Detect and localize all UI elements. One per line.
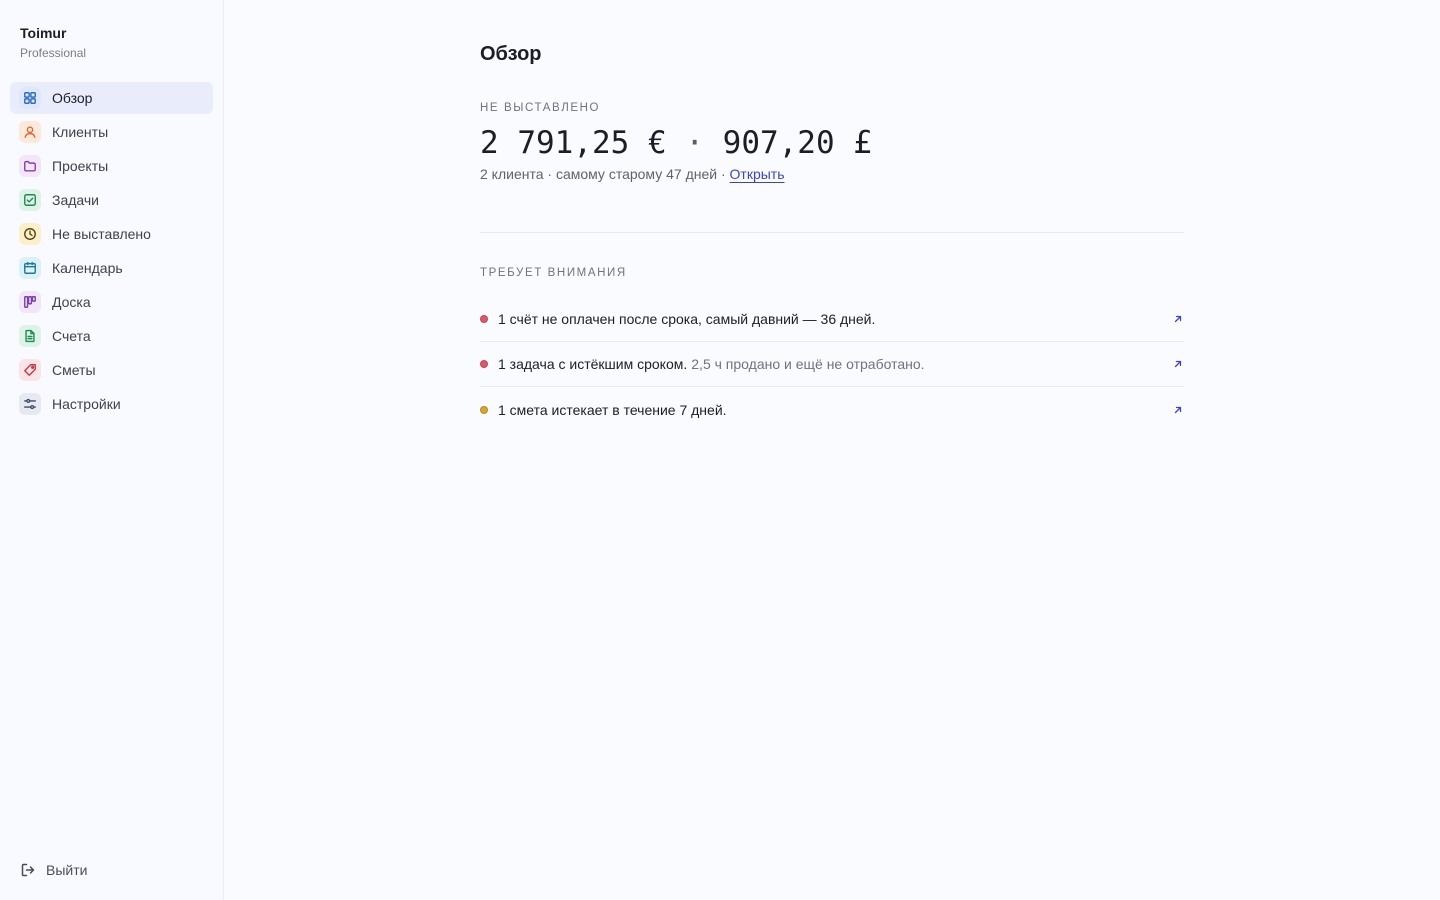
attention-item-text: 1 задача с истёкшим сроком. [498,356,688,372]
sidebar-nav: Обзор Клиенты Проекты Задачи Не выставле… [10,82,213,422]
arrow-up-right-icon [1172,404,1184,416]
calendar-icon [19,257,41,279]
attention-section-label: ТРЕБУЕТ ВНИМАНИЯ [480,267,627,279]
amount-eur: 2 791,25 € [480,125,667,161]
sidebar-item-clients[interactable]: Клиенты [10,116,213,148]
page-title: Обзор [480,43,542,65]
sidebar-item-label: Обзор [52,90,93,106]
sidebar-item-label: Календарь [52,260,123,276]
brand-plan: Professional [20,46,87,60]
sidebar-item-label: Доска [52,294,91,310]
tag-icon [19,359,41,381]
sidebar-item-settings[interactable]: Настройки [10,388,213,420]
unbilled-meta: 2 клиента · самому старому 47 дней · Отк… [480,165,785,183]
sidebar-item-projects[interactable]: Проекты [10,150,213,182]
attention-item-text: 1 смета истекает в течение 7 дней. [498,401,727,418]
user-icon [19,121,41,143]
attention-item-overdue-invoice[interactable]: 1 счёт не оплачен после срока, самый дав… [480,297,1184,342]
logout-label: Выйти [46,862,88,878]
sidebar-item-label: Не выставлено [52,226,151,242]
sidebar-item-label: Клиенты [52,124,109,140]
brand: Toimur Professional [20,24,86,61]
sidebar-item-board[interactable]: Доска [10,286,213,318]
sliders-icon [19,393,41,415]
kanban-icon [19,291,41,313]
sidebar-item-invoices[interactable]: Счета [10,320,213,352]
brand-name: Toimur [20,25,67,41]
attention-item-text: 1 счёт не оплачен после срока, самый дав… [498,311,876,327]
grid-icon [19,87,41,109]
sidebar-item-tasks[interactable]: Задачи [10,184,213,216]
file-icon [19,325,41,347]
sidebar: Toimur Professional Обзор Клиенты Проект… [0,0,224,900]
clock-icon [19,223,41,245]
sidebar-item-label: Счета [52,328,91,344]
amount-gbp: 907,20 £ [722,125,872,161]
attention-item-overdue-task[interactable]: 1 задача с истёкшим сроком. 2,5 ч продан… [480,342,1184,387]
attention-list: 1 счёт не оплачен после срока, самый дав… [480,297,1184,432]
check-square-icon [19,189,41,211]
unbilled-section-label: НЕ ВЫСТАВЛЕНО [480,102,601,114]
attention-item-subtext: 2,5 ч продано и ещё не отработано. [691,356,925,372]
status-dot [480,360,488,368]
logout-icon [21,863,35,877]
sidebar-item-overview[interactable]: Обзор [10,82,213,114]
open-unbilled-link[interactable]: Открыть [730,166,785,182]
unbilled-amount: 2 791,25 € · 907,20 £ [480,124,872,162]
sidebar-item-label: Настройки [52,396,121,412]
arrow-up-right-icon [1172,313,1184,325]
sidebar-item-calendar[interactable]: Календарь [10,252,213,284]
folder-icon [19,155,41,177]
sidebar-item-unbilled[interactable]: Не выставлено [10,218,213,250]
status-dot [480,315,488,323]
status-dot [480,405,488,414]
logout-button[interactable]: Выйти [20,858,87,882]
attention-item-expiring-estimate[interactable]: 1 смета истекает в течение 7 дней. [480,387,1184,432]
amount-separator: · [685,125,704,161]
sidebar-item-label: Проекты [52,158,109,174]
sidebar-item-estimates[interactable]: Сметы [10,354,213,386]
sidebar-item-label: Сметы [52,362,96,378]
arrow-up-right-icon [1172,358,1184,370]
section-divider [480,232,1184,233]
sidebar-item-label: Задачи [52,192,100,208]
unbilled-meta-text: 2 клиента · самому старому 47 дней · [480,166,730,182]
